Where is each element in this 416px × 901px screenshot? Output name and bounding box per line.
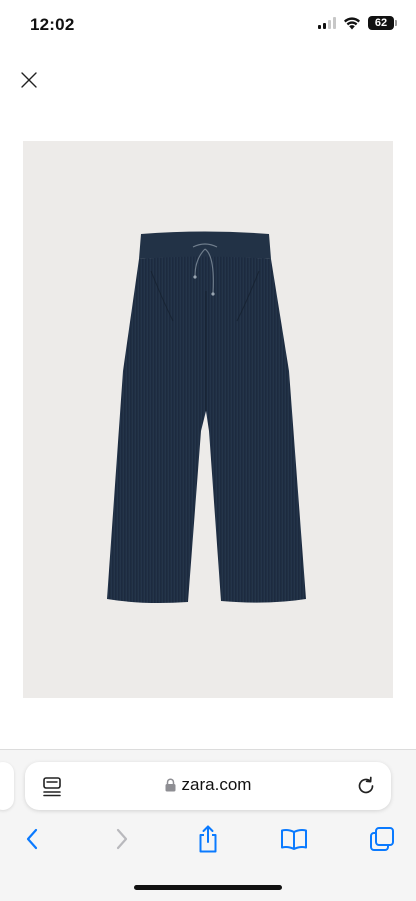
product-image (107, 231, 306, 603)
lock-icon (165, 778, 176, 792)
url-text: zara.com (181, 775, 252, 794)
back-icon (26, 828, 38, 850)
tabs-button[interactable] (367, 824, 397, 854)
trousers-waistband (139, 231, 271, 259)
share-icon (199, 825, 217, 853)
status-time: 12:02 (30, 15, 75, 34)
forward-button[interactable] (107, 824, 137, 854)
share-button[interactable] (193, 824, 223, 854)
forward-icon (116, 828, 128, 850)
status-icons: 62 (318, 16, 397, 30)
previous-tab-preview[interactable] (0, 762, 14, 810)
browser-toolbar: zara.com (0, 749, 416, 901)
battery-icon: 62 (368, 16, 397, 30)
bookmarks-button[interactable] (279, 824, 309, 854)
reload-icon (358, 776, 374, 794)
bookmarks-icon (281, 829, 307, 850)
address-bar[interactable]: zara.com (25, 762, 391, 810)
battery-level: 62 (374, 16, 388, 29)
back-button[interactable] (17, 824, 47, 854)
close-icon (21, 72, 37, 88)
reload-button[interactable] (355, 775, 377, 797)
cellular-signal-icon (318, 17, 336, 29)
status-bar: 12:02 62 (0, 0, 416, 50)
product-image-container[interactable] (23, 141, 393, 698)
home-indicator[interactable] (134, 885, 282, 890)
wifi-icon (344, 16, 360, 29)
address-display[interactable]: zara.com (25, 775, 391, 795)
tabs-icon (370, 827, 394, 851)
browser-nav-row (0, 824, 416, 854)
close-button[interactable] (18, 69, 40, 91)
